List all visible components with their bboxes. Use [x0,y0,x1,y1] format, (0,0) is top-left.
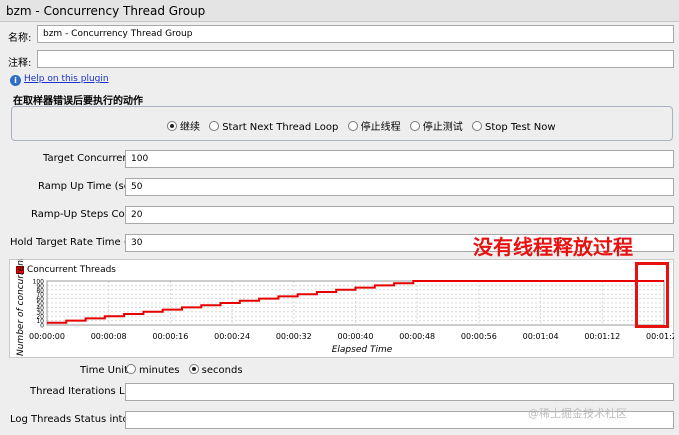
radio-stop-test-now-circle[interactable] [471,121,482,131]
radio-minutes-circle[interactable] [126,364,136,374]
target-concurrency-field[interactable]: 100 [125,150,674,168]
x-tick-label: 00:00:56 [461,332,497,341]
help-link[interactable]: Help on this plugin [24,74,109,84]
comment-field[interactable] [37,50,674,68]
radio-minutes[interactable]: minutes [126,364,179,376]
radio-stop-thread-circle[interactable] [347,121,358,131]
chart-svg: 0102030405060708090100 00:00:00 00:00:08 0… [16,259,674,356]
x-tick-label: 00:00:16 [152,332,188,341]
time-unit-options: minutes seconds [126,364,249,376]
name-label: 名称: [8,33,32,44]
x-tick-label: 00:00:48 [399,332,435,341]
sampler-error-group: 继续 Start Next Thread Loop 停止线程 停止测试 Stop… [11,106,673,141]
radio-continue[interactable]: 继续 [167,118,200,133]
x-tick-label: 00:00:40 [338,332,374,341]
radio-stop-test[interactable]: 停止测试 [409,118,463,133]
x-tick-label: 00:01:12 [584,332,620,341]
info-icon: i [10,75,21,86]
sampler-error-options: 继续 Start Next Thread Loop 停止线程 停止测试 Stop… [167,118,562,133]
name-field[interactable]: bzm - Concurrency Thread Group [37,25,674,43]
radio-stop-test-now-label: Stop Test Now [484,122,556,133]
radio-seconds-label: seconds [201,365,243,376]
time-unit-label: Time Unit: [80,365,132,376]
watermark: @稀土掘金技术社区 [528,407,627,420]
radio-stop-test-now[interactable]: Stop Test Now [471,121,556,133]
radio-continue-label: 继续 [180,122,200,133]
radio-stop-thread[interactable]: 停止线程 [347,118,401,133]
x-tick-label: 00:00:32 [276,332,312,341]
radio-stop-test-label: 停止测试 [422,122,463,133]
sampler-error-title: 在取样器错误后要执行的动作 [13,96,143,107]
radio-start-next-loop-label: Start Next Thread Loop [222,122,339,133]
chart-x-ticks: 00:00:00 00:00:08 00:00:16 00:00:24 00:00:32… [29,332,674,341]
y-tick-label: 100 [33,279,45,286]
annotation-text: 没有线程释放过程 [473,235,633,259]
comment-label: 注释: [8,58,32,69]
radio-seconds-circle[interactable] [188,364,199,374]
ramp-up-steps-field[interactable]: 20 [125,206,674,224]
iterations-field[interactable] [125,383,674,401]
y-axis-label: Number of concurrent threads [16,259,26,356]
annotation-box [635,262,669,328]
x-tick-label: 00:00:24 [214,332,250,341]
ramp-up-time-field[interactable]: 50 [125,178,674,196]
radio-stop-test-circle[interactable] [409,121,420,131]
radio-continue-circle[interactable] [167,121,177,131]
x-axis-label: Elapsed Time [332,345,393,355]
radio-minutes-label: minutes [139,365,180,376]
x-tick-label: 00:01:20 [646,332,674,341]
x-tick-label: 00:01:04 [523,332,559,341]
window-title: bzm - Concurrency Thread Group [0,0,679,22]
radio-seconds[interactable]: seconds [188,364,243,376]
x-tick-label: 00:00:08 [91,332,127,341]
radio-stop-thread-label: 停止线程 [360,122,401,133]
x-tick-label: 00:00:00 [29,332,65,341]
radio-start-next-loop-circle[interactable] [209,121,220,131]
radio-start-next-loop[interactable]: Start Next Thread Loop [209,121,338,133]
chart-y-ticks: 0102030405060708090100 [33,279,45,330]
